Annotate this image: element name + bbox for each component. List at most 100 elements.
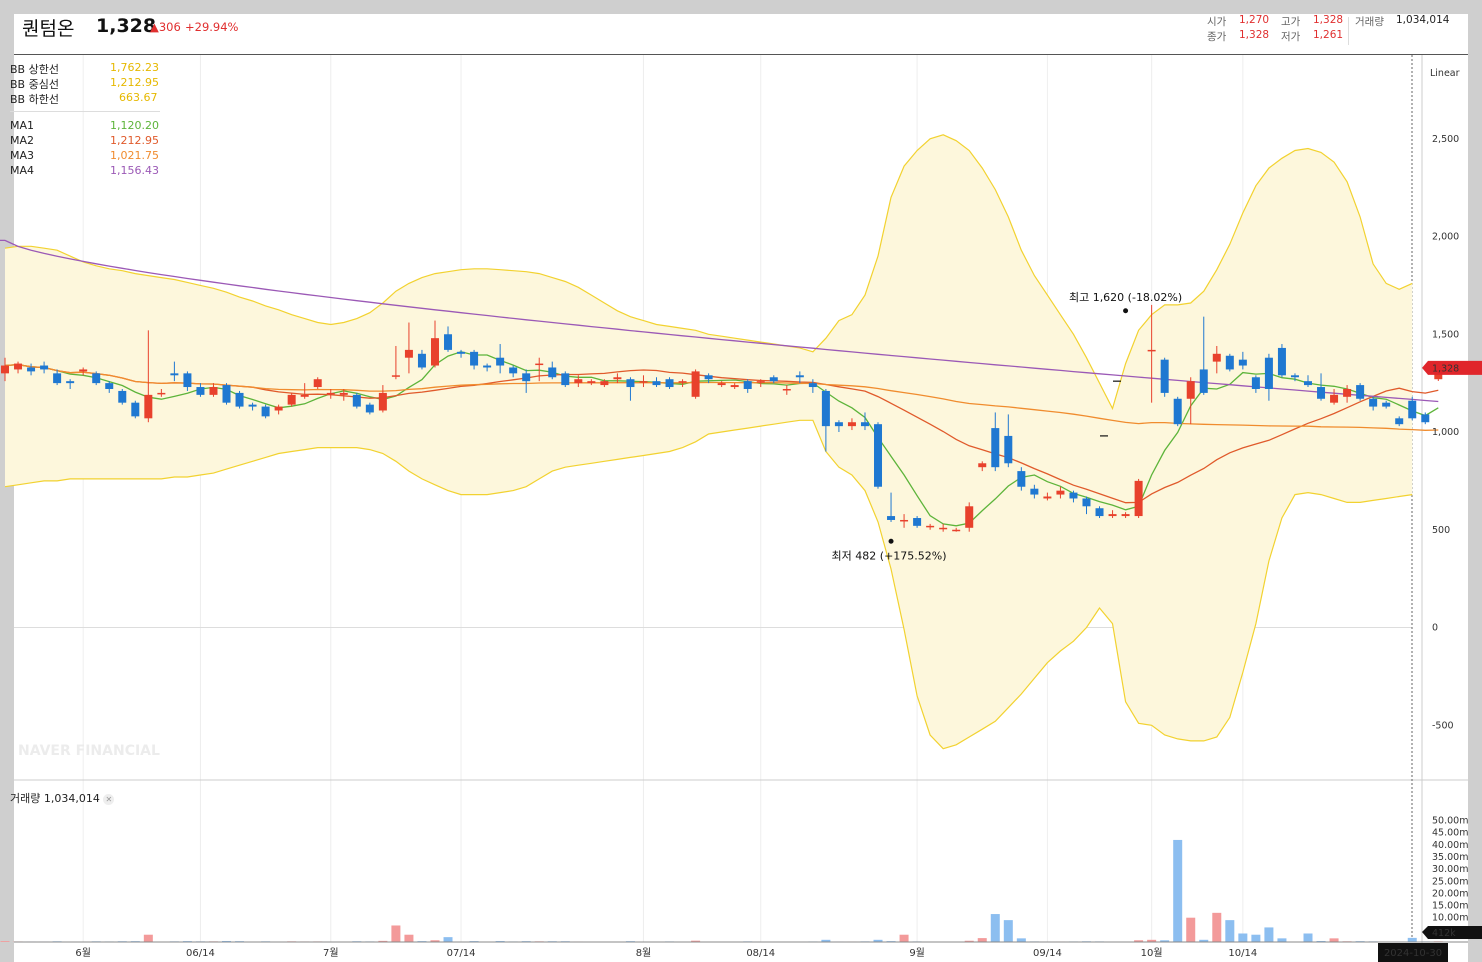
volume-tick-label: 35.00m [1432, 852, 1468, 863]
candle-body [470, 351, 479, 366]
candle-body [40, 365, 49, 370]
candle-body [430, 338, 439, 366]
candle-body [965, 506, 974, 528]
volume-bar [990, 914, 1000, 942]
candle-body [287, 394, 296, 405]
candle-body [678, 381, 687, 383]
candle-body [1, 365, 9, 374]
high-marker [1123, 308, 1129, 314]
volume-bar [1238, 933, 1248, 942]
candle-body [808, 383, 817, 388]
legend-ma4-value: 1,156.43 [110, 164, 159, 177]
candle-body [209, 387, 218, 395]
candle-body [665, 379, 674, 388]
candle-body [600, 381, 609, 386]
candle-body [170, 373, 179, 376]
header-divider [1348, 17, 1349, 45]
candle-body [1343, 388, 1352, 397]
price-tick-label: 2,500 [1432, 134, 1459, 145]
candle-body [1056, 490, 1065, 495]
legend-ma3-label: MA3 [10, 149, 35, 162]
candle-body [1069, 492, 1078, 499]
candle-body [1199, 369, 1208, 393]
candle-body [1251, 377, 1260, 389]
candle-body [821, 390, 830, 427]
low-annotation: 최저 482 (+175.52%) [832, 549, 947, 562]
candle-body [131, 402, 140, 417]
candle-body [365, 404, 374, 413]
candle-body [1173, 398, 1182, 425]
volume-bar [1212, 912, 1222, 942]
volume-bar [143, 934, 153, 942]
candle-body [913, 518, 922, 526]
candle-body [378, 392, 387, 411]
volume-tag-text: 412k [1432, 928, 1456, 939]
candle-body [1017, 471, 1026, 487]
low-label: 저가 [1281, 31, 1301, 43]
date-tick-label: 8월 [636, 947, 652, 959]
candle-body [274, 406, 283, 411]
volume-value: 1,034,014 [1396, 14, 1450, 26]
candle-body [1004, 435, 1013, 464]
volume-bar [1251, 934, 1261, 942]
volume-bar [0, 941, 10, 942]
high-label: 고가 [1281, 16, 1301, 28]
current-price: 1,328 [96, 15, 157, 37]
candle-body [900, 519, 909, 522]
date-tag-text: 2024-10-30 [1384, 948, 1442, 959]
candle-body [795, 375, 804, 378]
legend-bb-mid-label: BB 중심선 [10, 78, 59, 91]
price-tick-label: 0 [1432, 623, 1438, 634]
candle-body [53, 373, 62, 384]
candle-body [1330, 394, 1339, 403]
high-annotation: 최고 1,620 (-18.02%) [1069, 291, 1182, 304]
open-label: 시가 [1207, 16, 1227, 28]
volume-bar [977, 938, 987, 942]
candle-body [300, 394, 309, 397]
date-tick-label: 10월 [1141, 947, 1163, 959]
candle-body [1108, 514, 1117, 517]
close-icon[interactable]: ✕ [103, 794, 115, 805]
legend-ma2-label: MA2 [10, 134, 35, 147]
date-tick-label: 06/14 [186, 948, 215, 959]
candle-body [1134, 480, 1143, 517]
price-scale-label[interactable]: Linear [1430, 68, 1460, 79]
low-value: 1,261 [1313, 29, 1344, 41]
candle-body [1160, 359, 1169, 393]
date-tick-label: 07/14 [447, 948, 476, 959]
candle-body [483, 365, 492, 368]
candle-body [509, 367, 518, 374]
volume-label: 거래량 [1355, 16, 1384, 28]
candle-body [874, 424, 883, 487]
candle-body [1082, 498, 1091, 507]
stock-name[interactable]: 퀀텀온 [22, 14, 74, 41]
candle-body [1030, 488, 1039, 495]
candle-body [1304, 381, 1312, 386]
candle-body [561, 373, 570, 386]
candle-body [522, 373, 531, 382]
candle-body [1369, 398, 1378, 407]
candle-body [939, 527, 948, 530]
candle-body [157, 392, 166, 395]
volume-tick-label: 15.00m [1432, 901, 1468, 912]
legend-bb-upper-label: BB 상한선 [10, 63, 59, 76]
candle-body [444, 334, 453, 350]
candle-body [548, 367, 557, 378]
close-label: 종가 [1207, 31, 1227, 43]
volume-bar [1407, 937, 1417, 942]
watermark: NAVER FINANCIAL [18, 743, 160, 759]
candle-body [717, 383, 726, 386]
legend-ma1-value: 1,120.20 [110, 119, 159, 132]
date-tick-label: 9월 [909, 947, 925, 959]
candle-body [66, 381, 75, 384]
candle-body [1238, 359, 1247, 366]
price-tick-label: 1,000 [1432, 427, 1459, 438]
legend-ma2-value: 1,212.95 [110, 134, 159, 147]
price-tick-label: 2,000 [1432, 232, 1459, 243]
candle-body [639, 381, 648, 383]
volume-bar [1225, 920, 1235, 942]
candle-body [978, 463, 987, 468]
candle-body [743, 381, 752, 389]
price-chart[interactable]: Linear 2,500 2,000 1,500 1,000 500 0 -500 50.00m… [0, 55, 1482, 962]
volume-bar [1173, 839, 1183, 942]
